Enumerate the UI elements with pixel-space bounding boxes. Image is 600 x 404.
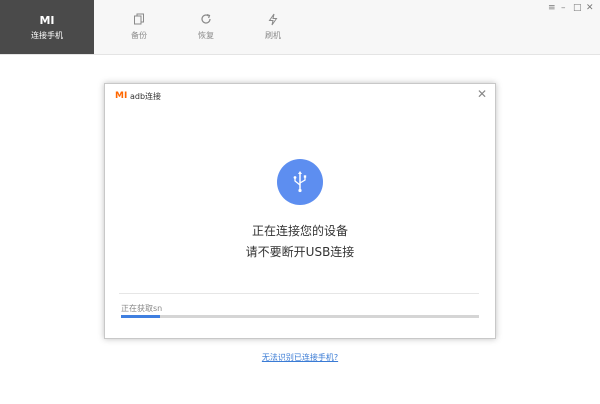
help-link[interactable]: 无法识别已连接手机? (0, 352, 600, 363)
dialog-header: MI adb连接 ✕ (105, 84, 495, 108)
refresh-icon (201, 13, 211, 24)
nav-backup[interactable]: 备份 (109, 0, 169, 54)
nav-connect-phone[interactable]: MI 连接手机 (0, 0, 94, 54)
usb-icon (277, 159, 323, 205)
progress-fill (121, 315, 161, 318)
warning-message: 请不要断开USB连接 (245, 245, 355, 259)
mi-logo-icon: MI (39, 14, 55, 27)
close-icon[interactable]: ✕ (586, 4, 594, 13)
divider (119, 293, 479, 294)
mi-logo-icon: MI (115, 91, 128, 101)
lightning-icon (268, 13, 278, 26)
status-text: 正在获取sn (121, 304, 163, 313)
dialog-close-icon[interactable]: ✕ (477, 88, 487, 100)
top-nav-bar: MI 连接手机 备份 恢复 刷机 ≡ – □ ✕ (0, 0, 600, 55)
nav-label: 刷机 (265, 31, 281, 40)
copy-icon (134, 13, 144, 25)
nav-restore[interactable]: 恢复 (176, 0, 236, 54)
nav-label: 恢复 (198, 31, 214, 40)
progress-bar (121, 315, 479, 318)
nav-label: 连接手机 (31, 31, 63, 40)
menu-icon[interactable]: ≡ (548, 4, 556, 13)
nav-flash[interactable]: 刷机 (243, 0, 303, 54)
connecting-message: 正在连接您的设备 (251, 224, 348, 238)
minimize-icon[interactable]: – (561, 4, 566, 13)
maximize-icon[interactable]: □ (573, 4, 582, 13)
nav-label: 备份 (131, 31, 147, 40)
dialog-title: adb连接 (130, 92, 162, 101)
adb-connect-dialog: MI adb连接 ✕ 正在连接您的设备 请不要断开USB连接 正在获取sn (104, 83, 496, 339)
